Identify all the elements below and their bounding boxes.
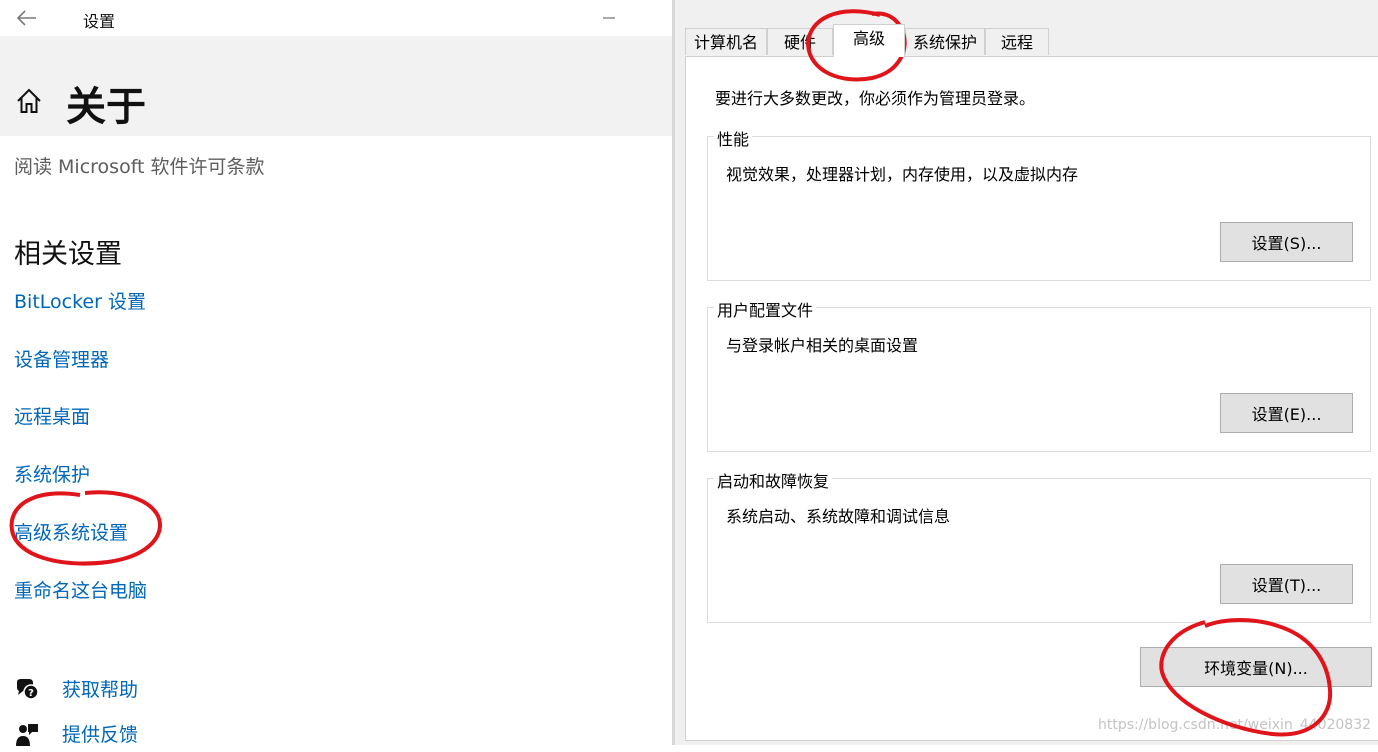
performance-group: 性能 视觉效果，处理器计划，内存使用，以及虚拟内存 设置(S)...	[707, 126, 1371, 281]
performance-settings-button[interactable]: 设置(S)...	[1220, 222, 1353, 262]
settings-window: 设置 关于 阅读 Microsoft 软件许可条款 相关设置 BitLocker…	[0, 0, 672, 748]
help-chat-icon: ?	[14, 677, 40, 703]
tab-hardware[interactable]: 硬件	[767, 28, 833, 55]
minimize-button[interactable]	[598, 4, 620, 30]
user-profiles-group-title: 用户配置文件	[714, 297, 817, 321]
system-properties-dialog: 计算机名 硬件 高级 系统保护 远程 要进行大多数更改，你必须作为管理员登录。 …	[675, 0, 1378, 745]
device-manager-link[interactable]: 设备管理器	[14, 345, 109, 372]
tab-remote[interactable]: 远程	[985, 28, 1049, 55]
minimize-icon	[603, 17, 615, 19]
user-profiles-settings-button[interactable]: 设置(E)...	[1220, 393, 1353, 433]
give-feedback-link[interactable]: 提供反馈	[62, 720, 138, 747]
performance-group-title: 性能	[714, 126, 753, 150]
home-icon[interactable]	[14, 86, 44, 116]
page-title: 关于	[66, 84, 146, 130]
tab-computer-name[interactable]: 计算机名	[685, 28, 767, 55]
license-terms-link[interactable]: 阅读 Microsoft 软件许可条款	[14, 152, 265, 179]
bitlocker-settings-link[interactable]: BitLocker 设置	[14, 287, 146, 314]
startup-recovery-group: 启动和故障恢复 系统启动、系统故障和调试信息 设置(T)...	[707, 468, 1371, 623]
tab-advanced[interactable]: 高级	[833, 24, 905, 57]
startup-recovery-description: 系统启动、系统故障和调试信息	[726, 507, 951, 526]
user-profiles-description: 与登录帐户相关的桌面设置	[726, 336, 919, 355]
remote-desktop-link[interactable]: 远程桌面	[14, 402, 90, 429]
watermark: https://blog.csdn.net/weixin_44020832	[1098, 717, 1372, 733]
advanced-system-settings-link[interactable]: 高级系统设置	[14, 518, 128, 545]
tab-system-protection[interactable]: 系统保护	[905, 28, 985, 55]
app-title: 设置	[83, 12, 116, 31]
svg-text:?: ?	[28, 688, 34, 699]
environment-variables-button[interactable]: 环境变量(N)...	[1140, 647, 1372, 687]
startup-recovery-group-title: 启动和故障恢复	[714, 468, 833, 492]
admin-note: 要进行大多数更改，你必须作为管理员登录。	[715, 89, 1036, 108]
user-profiles-group: 用户配置文件 与登录帐户相关的桌面设置 设置(E)...	[707, 297, 1371, 452]
feedback-icon	[14, 722, 40, 748]
get-help-link[interactable]: 获取帮助	[62, 675, 138, 702]
back-arrow-icon	[16, 10, 36, 26]
startup-recovery-settings-button[interactable]: 设置(T)...	[1220, 564, 1353, 604]
title-bar: 设置	[0, 0, 672, 36]
back-button[interactable]	[14, 6, 40, 30]
rename-pc-link[interactable]: 重命名这台电脑	[14, 576, 147, 603]
system-protection-link[interactable]: 系统保护	[14, 460, 90, 487]
related-settings-heading: 相关设置	[14, 239, 122, 270]
performance-description: 视觉效果，处理器计划，内存使用，以及虚拟内存	[726, 165, 1079, 184]
